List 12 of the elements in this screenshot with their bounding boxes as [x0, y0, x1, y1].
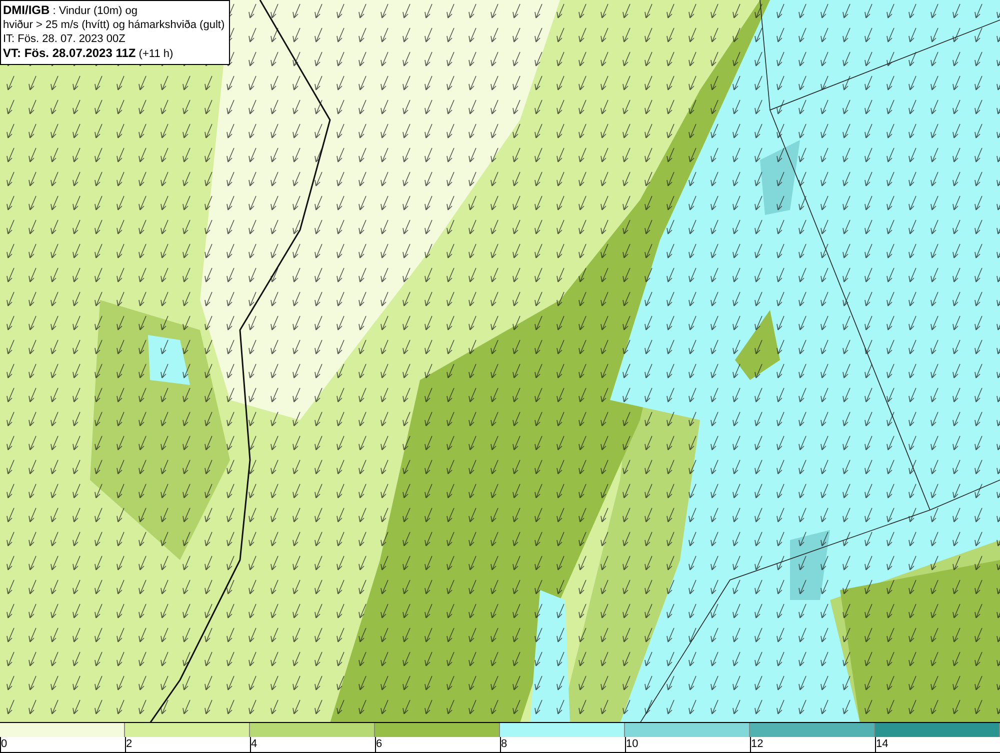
legend-label: 14 [876, 738, 888, 750]
legend-label: 6 [376, 738, 382, 750]
legend-label: 8 [501, 738, 508, 750]
title-line: DMI/IGB : Vindur (10m) og [3, 3, 139, 18]
title-line: hviður > 25 m/s (hvítt) og hámarkshviða (gult) [3, 18, 225, 32]
legend-label: 0 [1, 738, 8, 750]
legend-label: 4 [251, 738, 258, 750]
legend-label: 2 [126, 738, 132, 750]
legend-label: 12 [751, 738, 764, 750]
title-line: VT: Fös. 28.07.2023 11Z (+11 h) [3, 46, 174, 61]
legend-label: 10 [626, 738, 638, 750]
title-line: IT: Fös. 28. 07. 2023 00Z [3, 32, 126, 46]
